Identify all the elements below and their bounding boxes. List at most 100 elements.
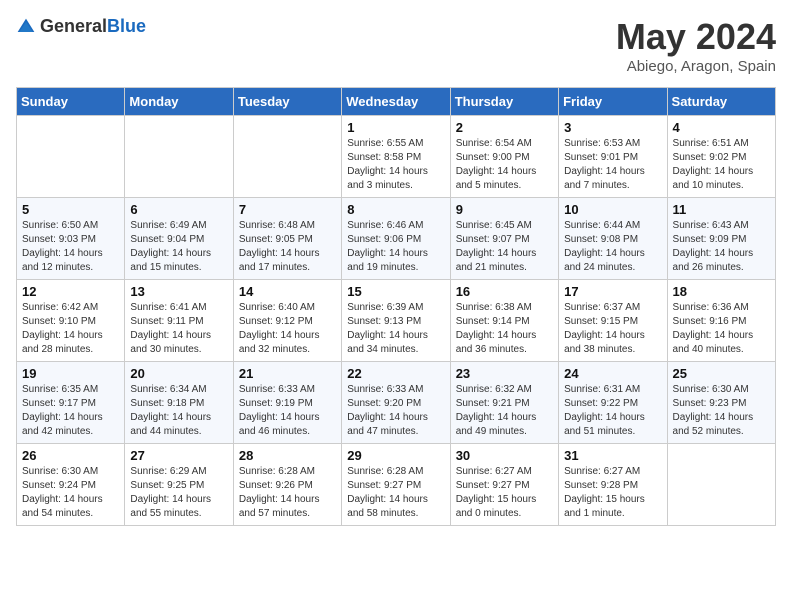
day-number: 15 xyxy=(347,284,444,299)
day-info: Sunrise: 6:55 AM Sunset: 8:58 PM Dayligh… xyxy=(347,137,444,193)
weekday-header: Friday xyxy=(559,88,667,116)
day-info: Sunrise: 6:28 AM Sunset: 9:27 PM Dayligh… xyxy=(347,465,444,521)
weekday-header-row: SundayMondayTuesdayWednesdayThursdayFrid… xyxy=(17,88,776,116)
logo-text-general: General xyxy=(40,16,107,36)
calendar-day-cell xyxy=(233,116,341,198)
day-info: Sunrise: 6:27 AM Sunset: 9:27 PM Dayligh… xyxy=(456,465,553,521)
day-info: Sunrise: 6:42 AM Sunset: 9:10 PM Dayligh… xyxy=(22,301,119,357)
calendar-day-cell: 7 Sunrise: 6:48 AM Sunset: 9:05 PM Daylig… xyxy=(233,198,341,280)
calendar-day-cell: 8Sunrise: 6:46 AM Sunset: 9:06 PM Daylig… xyxy=(342,198,450,280)
day-number: 5 xyxy=(22,202,119,217)
logo: GeneralBlue xyxy=(16,16,146,37)
calendar-day-cell xyxy=(125,116,233,198)
calendar-day-cell: 16Sunrise: 6:38 AM Sunset: 9:14 PM Dayli… xyxy=(450,280,558,362)
day-info: Sunrise: 6:37 AM Sunset: 9:15 PM Dayligh… xyxy=(564,301,661,357)
calendar-week-row: 5 Sunrise: 6:50 AM Sunset: 9:03 PM Daylig… xyxy=(17,198,776,280)
weekday-header: Monday xyxy=(125,88,233,116)
calendar-week-row: 12Sunrise: 6:42 AM Sunset: 9:10 PM Dayli… xyxy=(17,280,776,362)
day-info: Sunrise: 6:53 AM Sunset: 9:01 PM Dayligh… xyxy=(564,137,661,193)
calendar-day-cell: 21 Sunrise: 6:33 AM Sunset: 9:19 PM Dayli… xyxy=(233,362,341,444)
calendar-day-cell: 12Sunrise: 6:42 AM Sunset: 9:10 PM Dayli… xyxy=(17,280,125,362)
day-number: 23 xyxy=(456,366,553,381)
day-info: Sunrise: 6:31 AM Sunset: 9:22 PM Dayligh… xyxy=(564,383,661,439)
day-number: 26 xyxy=(22,448,119,463)
day-info: Sunrise: 6:27 AM Sunset: 9:28 PM Dayligh… xyxy=(564,465,661,521)
day-number: 9 xyxy=(456,202,553,217)
calendar-week-row: 26 Sunrise: 6:30 AM Sunset: 9:24 PM Dayli… xyxy=(17,444,776,526)
day-number: 3 xyxy=(564,120,661,135)
day-info: Sunrise: 6:46 AM Sunset: 9:06 PM Dayligh… xyxy=(347,219,444,275)
day-number: 17 xyxy=(564,284,661,299)
weekday-header: Thursday xyxy=(450,88,558,116)
calendar-table: SundayMondayTuesdayWednesdayThursdayFrid… xyxy=(16,87,776,526)
calendar-day-cell: 27Sunrise: 6:29 AM Sunset: 9:25 PM Dayli… xyxy=(125,444,233,526)
weekday-header: Tuesday xyxy=(233,88,341,116)
calendar-day-cell: 13Sunrise: 6:41 AM Sunset: 9:11 PM Dayli… xyxy=(125,280,233,362)
day-info: Sunrise: 6:48 AM Sunset: 9:05 PM Dayligh… xyxy=(239,219,336,275)
title-area: May 2024 Abiego, Aragon, Spain xyxy=(616,16,776,75)
day-number: 29 xyxy=(347,448,444,463)
day-info: Sunrise: 6:28 AM Sunset: 9:26 PM Dayligh… xyxy=(239,465,336,521)
day-info: Sunrise: 6:30 AM Sunset: 9:23 PM Dayligh… xyxy=(673,383,770,439)
day-number: 4 xyxy=(673,120,770,135)
day-info: Sunrise: 6:49 AM Sunset: 9:04 PM Dayligh… xyxy=(130,219,227,275)
day-info: Sunrise: 6:43 AM Sunset: 9:09 PM Dayligh… xyxy=(673,219,770,275)
location-title: Abiego, Aragon, Spain xyxy=(616,58,776,75)
weekday-header: Wednesday xyxy=(342,88,450,116)
month-title: May 2024 xyxy=(616,16,776,58)
day-info: Sunrise: 6:54 AM Sunset: 9:00 PM Dayligh… xyxy=(456,137,553,193)
calendar-day-cell: 26 Sunrise: 6:30 AM Sunset: 9:24 PM Dayli… xyxy=(17,444,125,526)
calendar-day-cell: 4 Sunrise: 6:51 AM Sunset: 9:02 PM Daylig… xyxy=(667,116,775,198)
calendar-day-cell: 15Sunrise: 6:39 AM Sunset: 9:13 PM Dayli… xyxy=(342,280,450,362)
day-info: Sunrise: 6:34 AM Sunset: 9:18 PM Dayligh… xyxy=(130,383,227,439)
calendar-day-cell: 20Sunrise: 6:34 AM Sunset: 9:18 PM Dayli… xyxy=(125,362,233,444)
day-info: Sunrise: 6:51 AM Sunset: 9:02 PM Dayligh… xyxy=(673,137,770,193)
day-number: 30 xyxy=(456,448,553,463)
calendar-day-cell: 2 Sunrise: 6:54 AM Sunset: 9:00 PM Daylig… xyxy=(450,116,558,198)
calendar-day-cell: 22 Sunrise: 6:33 AM Sunset: 9:20 PM Dayli… xyxy=(342,362,450,444)
calendar-day-cell xyxy=(17,116,125,198)
calendar-day-cell: 9 Sunrise: 6:45 AM Sunset: 9:07 PM Daylig… xyxy=(450,198,558,280)
day-number: 7 xyxy=(239,202,336,217)
calendar-day-cell: 24Sunrise: 6:31 AM Sunset: 9:22 PM Dayli… xyxy=(559,362,667,444)
day-number: 10 xyxy=(564,202,661,217)
day-number: 6 xyxy=(130,202,227,217)
weekday-header: Sunday xyxy=(17,88,125,116)
day-info: Sunrise: 6:33 AM Sunset: 9:20 PM Dayligh… xyxy=(347,383,444,439)
logo-text-blue: Blue xyxy=(107,16,146,36)
day-number: 18 xyxy=(673,284,770,299)
calendar-day-cell: 31 Sunrise: 6:27 AM Sunset: 9:28 PM Dayli… xyxy=(559,444,667,526)
calendar-day-cell: 25 Sunrise: 6:30 AM Sunset: 9:23 PM Dayli… xyxy=(667,362,775,444)
day-number: 19 xyxy=(22,366,119,381)
day-info: Sunrise: 6:45 AM Sunset: 9:07 PM Dayligh… xyxy=(456,219,553,275)
calendar-day-cell: 1Sunrise: 6:55 AM Sunset: 8:58 PM Daylig… xyxy=(342,116,450,198)
day-number: 13 xyxy=(130,284,227,299)
day-number: 28 xyxy=(239,448,336,463)
calendar-day-cell: 28 Sunrise: 6:28 AM Sunset: 9:26 PM Dayli… xyxy=(233,444,341,526)
day-number: 25 xyxy=(673,366,770,381)
day-info: Sunrise: 6:38 AM Sunset: 9:14 PM Dayligh… xyxy=(456,301,553,357)
calendar-week-row: 1Sunrise: 6:55 AM Sunset: 8:58 PM Daylig… xyxy=(17,116,776,198)
calendar-week-row: 19 Sunrise: 6:35 AM Sunset: 9:17 PM Dayli… xyxy=(17,362,776,444)
day-number: 21 xyxy=(239,366,336,381)
day-number: 2 xyxy=(456,120,553,135)
day-number: 22 xyxy=(347,366,444,381)
page-header: GeneralBlue May 2024 Abiego, Aragon, Spa… xyxy=(16,16,776,75)
calendar-day-cell: 17 Sunrise: 6:37 AM Sunset: 9:15 PM Dayli… xyxy=(559,280,667,362)
day-info: Sunrise: 6:50 AM Sunset: 9:03 PM Dayligh… xyxy=(22,219,119,275)
day-info: Sunrise: 6:40 AM Sunset: 9:12 PM Dayligh… xyxy=(239,301,336,357)
calendar-day-cell xyxy=(667,444,775,526)
day-number: 27 xyxy=(130,448,227,463)
day-number: 14 xyxy=(239,284,336,299)
calendar-day-cell: 11Sunrise: 6:43 AM Sunset: 9:09 PM Dayli… xyxy=(667,198,775,280)
day-number: 31 xyxy=(564,448,661,463)
calendar-day-cell: 14 Sunrise: 6:40 AM Sunset: 9:12 PM Dayli… xyxy=(233,280,341,362)
day-info: Sunrise: 6:33 AM Sunset: 9:19 PM Dayligh… xyxy=(239,383,336,439)
calendar-day-cell: 18Sunrise: 6:36 AM Sunset: 9:16 PM Dayli… xyxy=(667,280,775,362)
calendar-day-cell: 3 Sunrise: 6:53 AM Sunset: 9:01 PM Daylig… xyxy=(559,116,667,198)
logo-icon xyxy=(16,17,36,37)
day-info: Sunrise: 6:30 AM Sunset: 9:24 PM Dayligh… xyxy=(22,465,119,521)
day-info: Sunrise: 6:35 AM Sunset: 9:17 PM Dayligh… xyxy=(22,383,119,439)
weekday-header: Saturday xyxy=(667,88,775,116)
calendar-day-cell: 5 Sunrise: 6:50 AM Sunset: 9:03 PM Daylig… xyxy=(17,198,125,280)
